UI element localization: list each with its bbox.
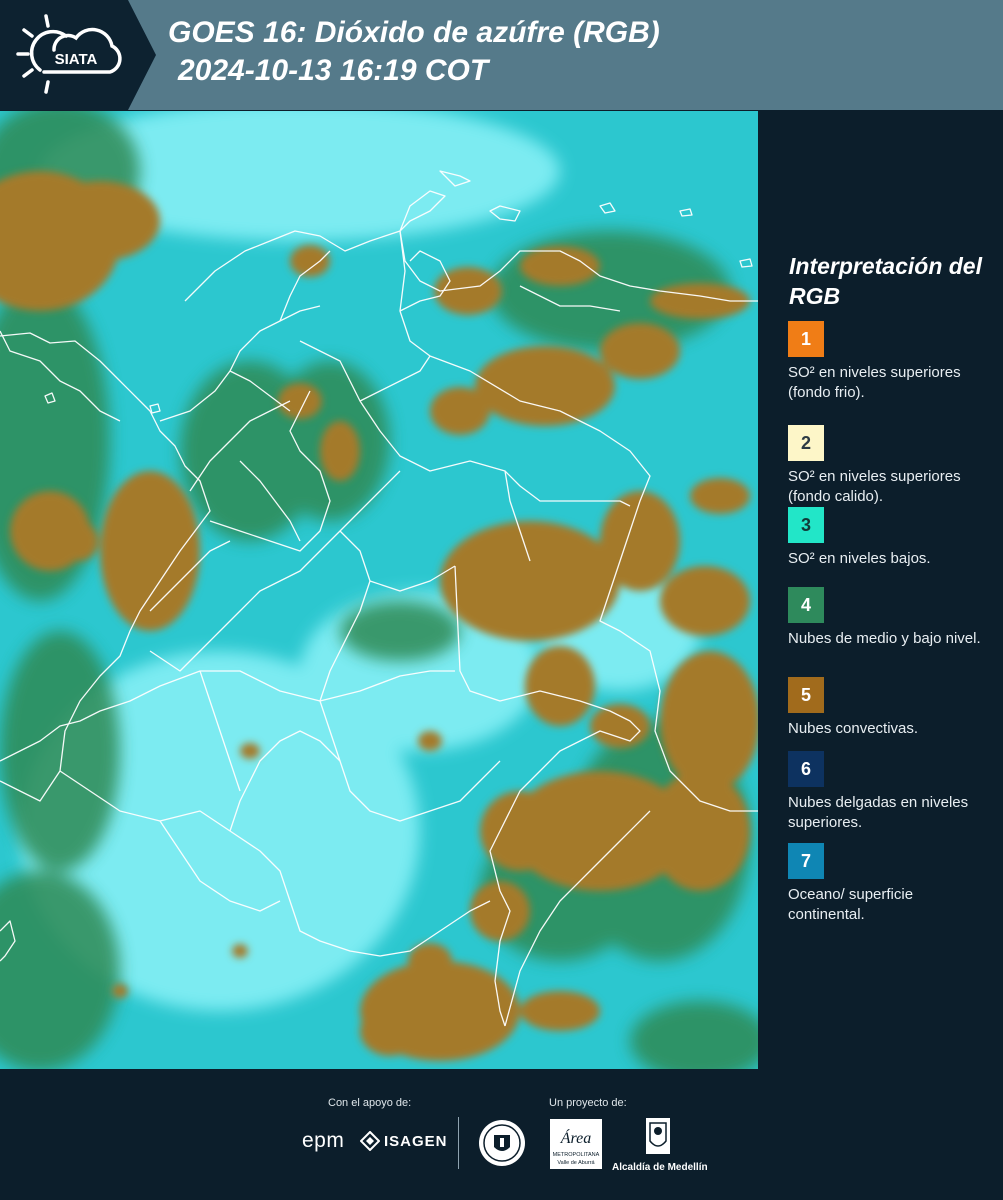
alcaldia-logo: Alcaldía de Medellín	[612, 1117, 708, 1173]
alcaldia-label: Alcaldía de Medellín	[612, 1162, 708, 1173]
legend-item-1: 1 SO² en niveles superiores (fondo frio).	[788, 321, 993, 403]
alcaldia-shield-icon	[646, 1118, 670, 1154]
legend-item-7: 7 Oceano/ superficie continental.	[788, 843, 993, 925]
legend-description: SO² en niveles superiores (fondo frio).	[788, 364, 961, 401]
title-line1: GOES 16: Dióxido de azúfre (RGB)	[168, 16, 660, 49]
legend-description: Nubes delgadas en niveles superiores.	[788, 794, 969, 831]
footer-divider	[458, 1117, 459, 1169]
isagen-label: ISAGEN	[384, 1132, 448, 1150]
legend-item-4: 4 Nubes de medio y bajo nivel.	[788, 587, 993, 649]
footer: Con el apoyo de: Un proyecto de: epm ISA…	[0, 1069, 1003, 1200]
logo-text: SIATA	[55, 51, 98, 68]
legend-swatch: 3	[788, 507, 824, 543]
legend-panel: Interpretación del RGB 1 SO² en niveles s…	[758, 111, 1003, 1069]
header: SIATA GOES 16: Dióxido de azúfre (RGB) 2…	[0, 0, 1003, 110]
siata-logo: SIATA	[16, 14, 122, 94]
legend-description: Nubes convectivas.	[788, 720, 919, 737]
legend-item-5: 5 Nubes convectivas.	[788, 677, 993, 739]
legend-description: Oceano/ superficie continental.	[788, 886, 914, 923]
medellin-seal-icon	[479, 1120, 525, 1166]
legend-item-3: 3 SO² en niveles bajos.	[788, 507, 993, 569]
area-logo-text: Área	[560, 1128, 592, 1147]
legend-swatch: 2	[788, 425, 824, 461]
epm-logo: epm	[302, 1129, 345, 1152]
legend-description: SO² en niveles superiores (fondo calido)…	[788, 468, 961, 505]
legend-swatch: 7	[788, 843, 824, 879]
legend-description: Nubes de medio y bajo nivel.	[788, 630, 981, 647]
isagen-logo: ISAGEN	[360, 1131, 448, 1151]
satellite-rgb-map	[0, 111, 758, 1069]
title-line2: 2024-10-13 16:19 COT	[178, 54, 489, 87]
satellite-map	[0, 111, 758, 1069]
page-title: GOES 16: Dióxido de azúfre (RGB) 2024-10…	[168, 14, 660, 90]
area-sub2: Valle de Aburrá	[557, 1160, 595, 1166]
project-label: Un proyecto de:	[549, 1097, 627, 1109]
support-label: Con el apoyo de:	[328, 1097, 412, 1109]
legend-swatch: 4	[788, 587, 824, 623]
legend-item-6: 6 Nubes delgadas en niveles superiores.	[788, 751, 993, 833]
legend-swatch: 1	[788, 321, 824, 357]
legend-title: Interpretación del RGB	[789, 253, 982, 309]
legend-swatch: 5	[788, 677, 824, 713]
legend-item-2: 2 SO² en niveles superiores (fondo calido…	[788, 425, 993, 507]
legend-description: SO² en niveles bajos.	[788, 550, 931, 567]
isagen-icon	[360, 1131, 380, 1151]
area-metropolitana-logo: Área METROPOLITANA Valle de Aburrá	[550, 1119, 602, 1169]
area-sub1: METROPOLITANA	[553, 1152, 600, 1158]
legend-swatch: 6	[788, 751, 824, 787]
